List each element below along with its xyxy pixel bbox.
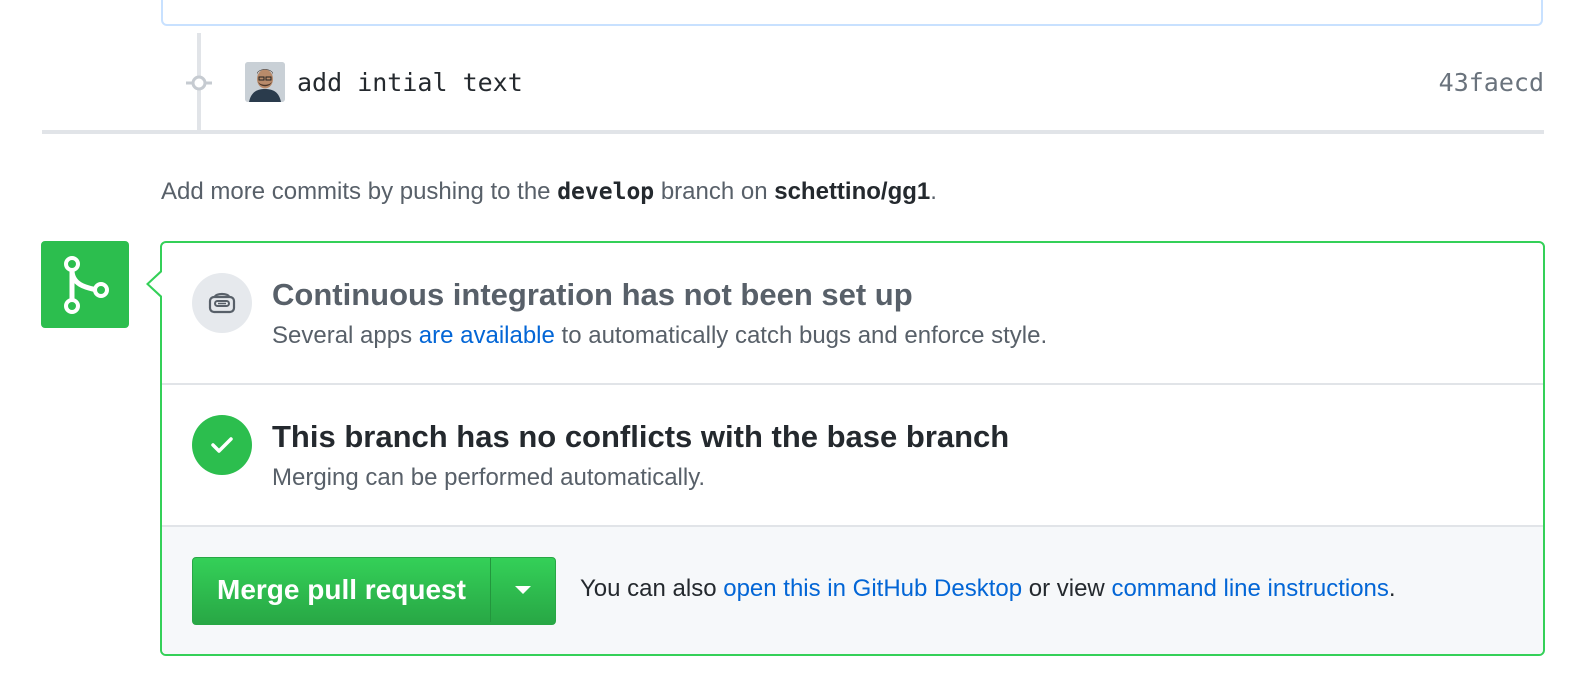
merge-hint-middle: or view (1028, 575, 1105, 602)
commit-sha-link[interactable]: 43faecd (1439, 68, 1544, 97)
open-in-desktop-link[interactable]: open this in GitHub Desktop (723, 575, 1022, 602)
conflicts-title: This branch has no conflicts with the ba… (272, 419, 1010, 454)
ci-description: Several apps are available to automatica… (272, 322, 1047, 350)
merge-hint-suffix: . (1388, 575, 1396, 602)
merge-box-pointer-inner (149, 272, 162, 296)
user-avatar-icon (245, 62, 285, 102)
git-commit-icon (186, 75, 212, 91)
conflicts-status-circle (192, 415, 252, 475)
apps-available-link[interactable]: are available (419, 322, 555, 349)
repo-name: schettino/gg1 (774, 178, 931, 205)
commit-message-link[interactable]: add intial text (297, 68, 523, 97)
conflicts-section: This branch has no conflicts with the ba… (162, 385, 1543, 527)
merge-method-dropdown[interactable] (491, 558, 555, 622)
push-hint-prefix: Add more commits by pushing to the (161, 178, 551, 205)
timeline-divider (42, 130, 1544, 134)
ci-title: Continuous integration has not been set … (272, 277, 913, 312)
push-hint: Add more commits by pushing to the devel… (161, 178, 937, 206)
push-hint-suffix: . (930, 178, 937, 205)
merge-action-section: Merge pull request You can also open thi… (162, 527, 1543, 654)
caret-down-icon (514, 586, 531, 594)
merge-button-group: Merge pull request (192, 557, 556, 625)
merge-hint: You can also open this in GitHub Desktop… (580, 575, 1396, 603)
robot-icon (208, 292, 236, 314)
merge-box: Continuous integration has not been set … (160, 241, 1545, 656)
git-merge-icon (64, 255, 109, 314)
ci-section: Continuous integration has not been set … (162, 243, 1543, 385)
branch-name: develop (557, 179, 655, 205)
push-hint-middle: branch on (660, 178, 768, 205)
ci-desc-prefix: Several apps (272, 322, 413, 349)
merge-pull-request-button[interactable]: Merge pull request (193, 558, 491, 622)
conflicts-description: Merging can be performed automatically. (272, 464, 706, 491)
merge-hint-prefix: You can also (580, 575, 717, 602)
ci-status-circle (192, 273, 252, 333)
merge-status-badge (41, 241, 129, 328)
previous-comment-box (161, 0, 1543, 26)
command-line-instructions-link[interactable]: command line instructions (1111, 575, 1388, 602)
ci-desc-suffix: to automatically catch bugs and enforce … (561, 322, 1048, 349)
avatar[interactable] (245, 62, 285, 102)
check-icon (211, 437, 233, 453)
